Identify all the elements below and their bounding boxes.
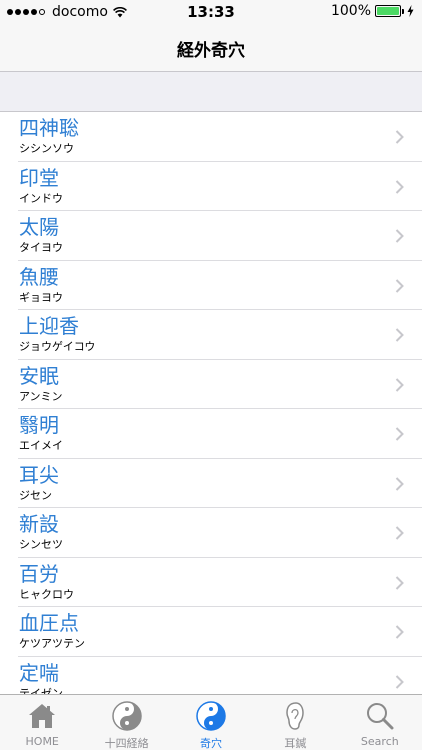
- yin-yang-icon: [111, 701, 142, 731]
- acupoint-reading: アンミン: [19, 389, 63, 403]
- acupoint-reading: シシンソウ: [19, 142, 74, 155]
- acupoint-name: 新設: [19, 512, 59, 536]
- chevron-right-icon: [395, 625, 404, 639]
- battery-fill: [377, 7, 399, 15]
- chevron-right-icon: [395, 377, 404, 392]
- list-item[interactable]: 四神聡 シシンソウ: [0, 112, 422, 162]
- tab-label: Search: [360, 735, 399, 748]
- battery-percent: 100%: [330, 3, 371, 19]
- acupoint-reading: ヒャクロウ: [19, 587, 74, 601]
- navigation-bar: 経外奇穴: [0, 24, 422, 72]
- battery-cap: [402, 8, 404, 14]
- acupoint-reading: ジョウゲイコウ: [19, 340, 96, 353]
- chevron-right-icon: [395, 674, 404, 689]
- section-header: [0, 72, 422, 112]
- chevron-right-icon: [395, 476, 404, 491]
- yin-yang-icon: [196, 701, 226, 731]
- list-item[interactable]: 定喘 テイゼン: [0, 657, 422, 695]
- battery-icon: [375, 5, 401, 17]
- acupoint-name: 耳尖: [19, 462, 59, 487]
- list-item[interactable]: 魚腰 ギョヨウ: [0, 261, 422, 311]
- tab-extra-points[interactable]: 奇穴: [169, 695, 253, 750]
- chevron-right-icon: [395, 130, 404, 144]
- tab-label: HOME: [25, 735, 59, 748]
- acupoint-name: 印堂: [19, 165, 59, 190]
- acupoint-reading: シンセツ: [19, 538, 63, 551]
- chevron-right-icon: [395, 328, 404, 342]
- acupoint-reading: タイヨウ: [19, 241, 63, 254]
- list-item[interactable]: 太陽 タイヨウ: [0, 211, 422, 261]
- tab-label: 十四経絡: [104, 737, 149, 750]
- acupoint-reading: ギョヨウ: [19, 290, 63, 304]
- acupoint-name: 魚腰: [19, 264, 59, 289]
- page-title: 経外奇穴: [177, 41, 245, 61]
- tab-search[interactable]: Search: [338, 695, 422, 750]
- list-item[interactable]: 翳明 エイメイ: [0, 409, 422, 459]
- acupoint-reading: インドウ: [19, 191, 63, 205]
- chevron-right-icon: [395, 179, 404, 194]
- chevron-right-icon: [395, 575, 404, 590]
- acupoint-name: 安眠: [19, 363, 59, 388]
- chevron-right-icon: [395, 526, 404, 540]
- acupoint-reading: テイゼン: [19, 686, 63, 695]
- search-icon: [366, 703, 394, 730]
- chevron-right-icon: [395, 229, 404, 243]
- list-item[interactable]: 上迎香 ジョウゲイコウ: [0, 310, 422, 360]
- acupoint-list[interactable]: 四神聡 シシンソウ 印堂 インドウ 太陽 タイヨウ 魚腰 ギョヨウ 上迎香 ジョ…: [0, 112, 422, 694]
- tab-label: 奇穴: [200, 737, 223, 750]
- acupoint-name: 翳明: [19, 413, 59, 437]
- tab-bar: HOME 十四経絡 奇穴 耳鍼 Search: [0, 694, 422, 750]
- tab-meridians[interactable]: 十四経絡: [84, 695, 168, 750]
- ear-icon: [286, 702, 305, 730]
- list-item[interactable]: 印堂 インドウ: [0, 162, 422, 212]
- status-right: 100%: [331, 3, 414, 19]
- acupoint-name: 上迎香: [19, 314, 79, 338]
- acupoint-reading: ジセン: [19, 488, 52, 502]
- acupoint-reading: ケツアツテン: [19, 637, 85, 650]
- acupoint-name: 定喘: [19, 660, 59, 685]
- list-item[interactable]: 血圧点 ケツアツテン: [0, 607, 422, 657]
- list-item[interactable]: 新設 シンセツ: [0, 508, 422, 558]
- acupoint-name: 血圧点: [19, 611, 79, 635]
- charging-bolt-icon: [407, 5, 414, 17]
- chevron-right-icon: [395, 278, 404, 293]
- house-icon: [29, 704, 56, 728]
- list-item[interactable]: 耳尖 ジセン: [0, 459, 422, 509]
- list-item[interactable]: 百労 ヒャクロウ: [0, 558, 422, 608]
- tab-label: 耳鍼: [284, 737, 307, 750]
- tab-ear-acupuncture[interactable]: 耳鍼: [253, 695, 337, 750]
- list-item[interactable]: 安眠 アンミン: [0, 360, 422, 410]
- acupoint-reading: エイメイ: [19, 439, 63, 452]
- status-bar: docomo 13:33 100%: [0, 0, 422, 24]
- tab-home[interactable]: HOME: [0, 695, 84, 750]
- acupoint-name: 四神聡: [19, 116, 79, 140]
- acupoint-name: 百労: [19, 561, 59, 586]
- acupoint-name: 太陽: [19, 215, 59, 239]
- chevron-right-icon: [395, 427, 404, 441]
